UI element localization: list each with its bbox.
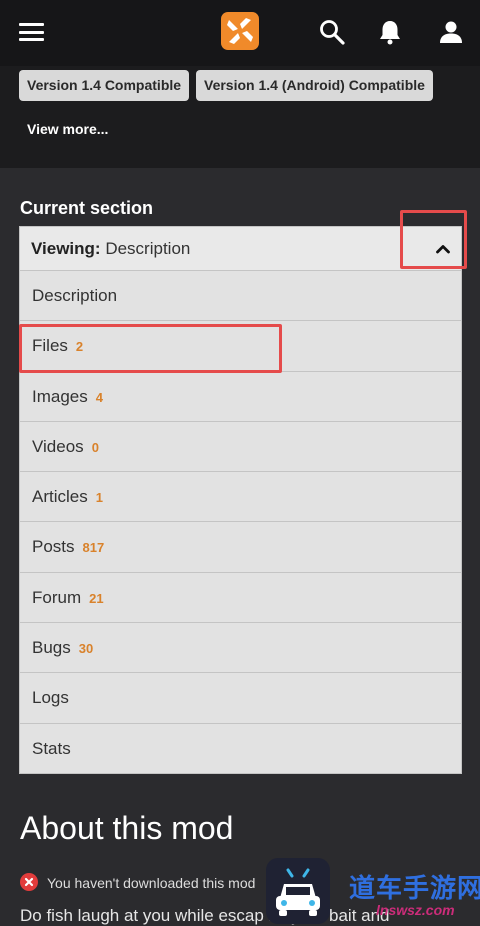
watermark-url: lnswsz.com [376,902,455,918]
section-item-label: Articles [32,487,88,507]
section-item-stats[interactable]: Stats [19,723,462,774]
menu-icon[interactable] [19,23,44,41]
section-item-label: Logs [32,688,69,708]
section-item-images[interactable]: Images 4 [19,371,462,422]
section-item-files[interactable]: Files 2 [19,321,462,372]
section-item-forum[interactable]: Forum 21 [19,572,462,624]
section-item-label: Posts [32,537,75,557]
section-item-count: 817 [82,540,105,556]
section-item-videos[interactable]: Videos 0 [19,421,462,473]
view-more-link[interactable]: View more... [27,121,108,137]
tags-section: Version 1.4 Compatible Version 1.4 (Andr… [0,66,480,168]
section-item-articles[interactable]: Articles 1 [19,472,462,523]
section-item-posts[interactable]: Posts 817 [19,522,462,573]
section-dropdown-toggle[interactable]: Viewing: Description [19,226,462,271]
section-item-description[interactable]: Description [19,271,462,322]
viewing-text: Viewing: Description [31,239,190,259]
watermark-text: 道车手游网 [349,873,480,903]
viewing-label: Viewing: [31,239,101,258]
watermark-car-icon [266,858,330,924]
search-icon[interactable] [318,18,346,46]
section-dropdown: Viewing: Description Description Files 2 … [19,226,462,774]
tag-android-compatible[interactable]: Version 1.4 (Android) Compatible [196,70,433,101]
section-item-count: 30 [78,641,94,657]
section-item-count: 21 [89,590,104,606]
section-item-count: 4 [95,389,103,405]
bell-icon[interactable] [376,18,404,46]
section-item-label: Description [32,286,118,305]
section-item-count: 1 [95,490,103,506]
section-item-count: 2 [75,339,84,355]
download-notice-text: You haven't downloaded this mod [47,875,256,891]
section-item-bugs[interactable]: Bugs 30 [19,623,462,674]
section-item-label: Bugs [32,638,71,658]
section-item-label: Forum [32,587,82,607]
close-circle-icon [20,873,38,891]
section-item-logs[interactable]: Logs [19,673,462,724]
chevron-up-icon [436,245,450,254]
tag-version-compatible[interactable]: Version 1.4 Compatible [19,70,190,101]
user-icon[interactable] [437,18,465,46]
section-list: Description Files 2 Images 4 Videos 0 Artic… [19,271,462,774]
section-item-label: Files [32,336,68,356]
nexus-logo[interactable] [221,12,259,50]
about-title: About this mod [20,810,234,846]
top-navigation-bar [0,0,480,66]
section-item-label: Images [32,386,88,406]
section-heading: Current section [20,198,154,218]
section-item-label: Videos [32,436,84,456]
section-item-count: 0 [91,439,99,455]
site-watermark: 道车手游网 lnswsz.com [266,858,480,926]
section-item-label: Stats [32,738,71,758]
viewing-value: Description [105,239,191,258]
